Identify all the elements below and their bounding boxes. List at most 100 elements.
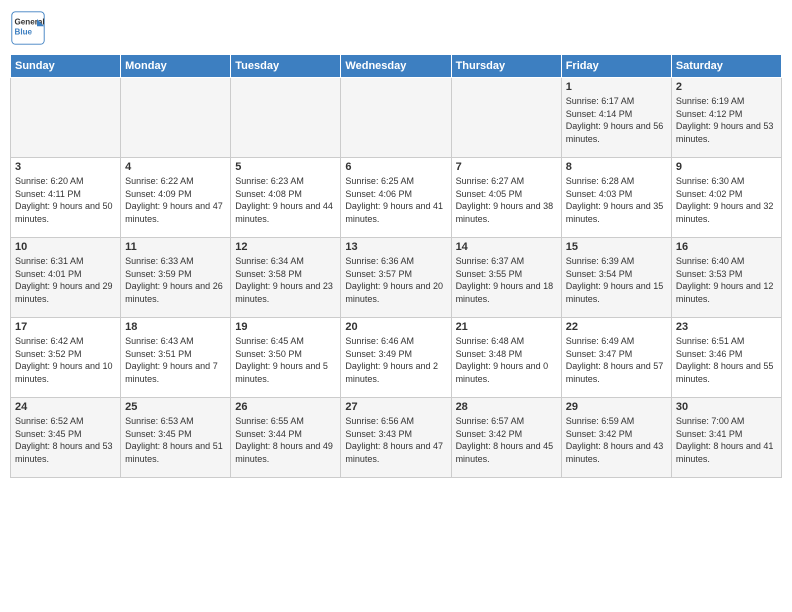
day-info: Sunrise: 6:52 AM Sunset: 3:45 PM Dayligh… — [15, 415, 116, 465]
calendar-cell — [121, 78, 231, 158]
day-info: Sunrise: 6:36 AM Sunset: 3:57 PM Dayligh… — [345, 255, 446, 305]
day-number: 29 — [566, 401, 667, 413]
day-number: 5 — [235, 161, 336, 173]
weekday-header: Wednesday — [341, 55, 451, 78]
calendar-cell: 15 Sunrise: 6:39 AM Sunset: 3:54 PM Dayli… — [561, 238, 671, 318]
weekday-header: Tuesday — [231, 55, 341, 78]
day-number: 8 — [566, 161, 667, 173]
day-info: Sunrise: 6:17 AM Sunset: 4:14 PM Dayligh… — [566, 95, 667, 145]
calendar-week-row: 3 Sunrise: 6:20 AM Sunset: 4:11 PM Daylig… — [11, 158, 782, 238]
weekday-header: Sunday — [11, 55, 121, 78]
day-info: Sunrise: 6:55 AM Sunset: 3:44 PM Dayligh… — [235, 415, 336, 465]
day-number: 17 — [15, 321, 116, 333]
logo: General Blue — [10, 10, 46, 46]
day-number: 19 — [235, 321, 336, 333]
day-number: 25 — [125, 401, 226, 413]
calendar-cell: 19 Sunrise: 6:45 AM Sunset: 3:50 PM Dayli… — [231, 318, 341, 398]
day-number: 7 — [456, 161, 557, 173]
day-info: Sunrise: 6:37 AM Sunset: 3:55 PM Dayligh… — [456, 255, 557, 305]
calendar-cell: 7 Sunrise: 6:27 AM Sunset: 4:05 PM Daylig… — [451, 158, 561, 238]
calendar-cell: 14 Sunrise: 6:37 AM Sunset: 3:55 PM Dayli… — [451, 238, 561, 318]
calendar-cell: 26 Sunrise: 6:55 AM Sunset: 3:44 PM Dayli… — [231, 398, 341, 478]
weekday-header: Thursday — [451, 55, 561, 78]
day-info: Sunrise: 6:48 AM Sunset: 3:48 PM Dayligh… — [456, 335, 557, 385]
calendar-cell: 30 Sunrise: 7:00 AM Sunset: 3:41 PM Dayli… — [671, 398, 781, 478]
day-number: 27 — [345, 401, 446, 413]
day-info: Sunrise: 6:23 AM Sunset: 4:08 PM Dayligh… — [235, 175, 336, 225]
day-number: 30 — [676, 401, 777, 413]
day-info: Sunrise: 6:40 AM Sunset: 3:53 PM Dayligh… — [676, 255, 777, 305]
day-number: 3 — [15, 161, 116, 173]
day-info: Sunrise: 6:25 AM Sunset: 4:06 PM Dayligh… — [345, 175, 446, 225]
day-info: Sunrise: 6:51 AM Sunset: 3:46 PM Dayligh… — [676, 335, 777, 385]
weekday-header-row: SundayMondayTuesdayWednesdayThursdayFrid… — [11, 55, 782, 78]
calendar-week-row: 17 Sunrise: 6:42 AM Sunset: 3:52 PM Dayli… — [11, 318, 782, 398]
day-info: Sunrise: 6:56 AM Sunset: 3:43 PM Dayligh… — [345, 415, 446, 465]
day-number: 14 — [456, 241, 557, 253]
calendar-cell: 20 Sunrise: 6:46 AM Sunset: 3:49 PM Dayli… — [341, 318, 451, 398]
logo-icon: General Blue — [10, 10, 46, 46]
calendar-cell: 18 Sunrise: 6:43 AM Sunset: 3:51 PM Dayli… — [121, 318, 231, 398]
day-number: 1 — [566, 81, 667, 93]
day-info: Sunrise: 6:49 AM Sunset: 3:47 PM Dayligh… — [566, 335, 667, 385]
calendar-cell: 11 Sunrise: 6:33 AM Sunset: 3:59 PM Dayli… — [121, 238, 231, 318]
calendar-cell — [341, 78, 451, 158]
calendar-week-row: 1 Sunrise: 6:17 AM Sunset: 4:14 PM Daylig… — [11, 78, 782, 158]
day-info: Sunrise: 6:42 AM Sunset: 3:52 PM Dayligh… — [15, 335, 116, 385]
day-number: 23 — [676, 321, 777, 333]
day-info: Sunrise: 6:27 AM Sunset: 4:05 PM Dayligh… — [456, 175, 557, 225]
day-info: Sunrise: 6:30 AM Sunset: 4:02 PM Dayligh… — [676, 175, 777, 225]
calendar-cell: 10Sunrise: 6:31 AM Sunset: 4:01 PM Dayli… — [11, 238, 121, 318]
day-number: 21 — [456, 321, 557, 333]
calendar-cell: 2Sunrise: 6:19 AM Sunset: 4:12 PM Daylig… — [671, 78, 781, 158]
page-header: General Blue — [10, 10, 782, 46]
calendar-table: SundayMondayTuesdayWednesdayThursdayFrid… — [10, 54, 782, 478]
day-info: Sunrise: 6:46 AM Sunset: 3:49 PM Dayligh… — [345, 335, 446, 385]
calendar-cell: 4Sunrise: 6:22 AM Sunset: 4:09 PM Daylig… — [121, 158, 231, 238]
day-number: 15 — [566, 241, 667, 253]
day-number: 24 — [15, 401, 116, 413]
calendar-cell: 21 Sunrise: 6:48 AM Sunset: 3:48 PM Dayli… — [451, 318, 561, 398]
day-info: Sunrise: 6:43 AM Sunset: 3:51 PM Dayligh… — [125, 335, 226, 385]
day-number: 9 — [676, 161, 777, 173]
day-info: Sunrise: 6:39 AM Sunset: 3:54 PM Dayligh… — [566, 255, 667, 305]
weekday-header: Friday — [561, 55, 671, 78]
calendar-cell: 25 Sunrise: 6:53 AM Sunset: 3:45 PM Dayli… — [121, 398, 231, 478]
day-info: Sunrise: 7:00 AM Sunset: 3:41 PM Dayligh… — [676, 415, 777, 465]
day-number: 26 — [235, 401, 336, 413]
day-number: 22 — [566, 321, 667, 333]
day-number: 11 — [125, 241, 226, 253]
calendar-cell: 27 Sunrise: 6:56 AM Sunset: 3:43 PM Dayli… — [341, 398, 451, 478]
svg-text:Blue: Blue — [15, 27, 33, 36]
day-info: Sunrise: 6:22 AM Sunset: 4:09 PM Dayligh… — [125, 175, 226, 225]
calendar-cell: 22 Sunrise: 6:49 AM Sunset: 3:47 PM Dayli… — [561, 318, 671, 398]
day-info: Sunrise: 6:20 AM Sunset: 4:11 PM Dayligh… — [15, 175, 116, 225]
day-number: 12 — [235, 241, 336, 253]
day-info: Sunrise: 6:34 AM Sunset: 3:58 PM Dayligh… — [235, 255, 336, 305]
day-number: 6 — [345, 161, 446, 173]
calendar-cell: 6 Sunrise: 6:25 AM Sunset: 4:06 PM Daylig… — [341, 158, 451, 238]
day-info: Sunrise: 6:33 AM Sunset: 3:59 PM Dayligh… — [125, 255, 226, 305]
day-number: 20 — [345, 321, 446, 333]
day-info: Sunrise: 6:45 AM Sunset: 3:50 PM Dayligh… — [235, 335, 336, 385]
weekday-header: Saturday — [671, 55, 781, 78]
day-number: 16 — [676, 241, 777, 253]
day-number: 18 — [125, 321, 226, 333]
calendar-cell: 9 Sunrise: 6:30 AM Sunset: 4:02 PM Daylig… — [671, 158, 781, 238]
calendar-cell: 12 Sunrise: 6:34 AM Sunset: 3:58 PM Dayli… — [231, 238, 341, 318]
day-info: Sunrise: 6:19 AM Sunset: 4:12 PM Dayligh… — [676, 95, 777, 145]
calendar-cell: 3 Sunrise: 6:20 AM Sunset: 4:11 PM Daylig… — [11, 158, 121, 238]
calendar-cell: 8Sunrise: 6:28 AM Sunset: 4:03 PM Daylig… — [561, 158, 671, 238]
calendar-cell: 17 Sunrise: 6:42 AM Sunset: 3:52 PM Dayli… — [11, 318, 121, 398]
day-info: Sunrise: 6:59 AM Sunset: 3:42 PM Dayligh… — [566, 415, 667, 465]
calendar-cell — [231, 78, 341, 158]
calendar-week-row: 24 Sunrise: 6:52 AM Sunset: 3:45 PM Dayli… — [11, 398, 782, 478]
calendar-cell: 24 Sunrise: 6:52 AM Sunset: 3:45 PM Dayli… — [11, 398, 121, 478]
day-number: 10 — [15, 241, 116, 253]
calendar-cell — [451, 78, 561, 158]
weekday-header: Monday — [121, 55, 231, 78]
calendar-week-row: 10Sunrise: 6:31 AM Sunset: 4:01 PM Dayli… — [11, 238, 782, 318]
day-info: Sunrise: 6:53 AM Sunset: 3:45 PM Dayligh… — [125, 415, 226, 465]
calendar-cell — [11, 78, 121, 158]
calendar-cell: 23 Sunrise: 6:51 AM Sunset: 3:46 PM Dayli… — [671, 318, 781, 398]
